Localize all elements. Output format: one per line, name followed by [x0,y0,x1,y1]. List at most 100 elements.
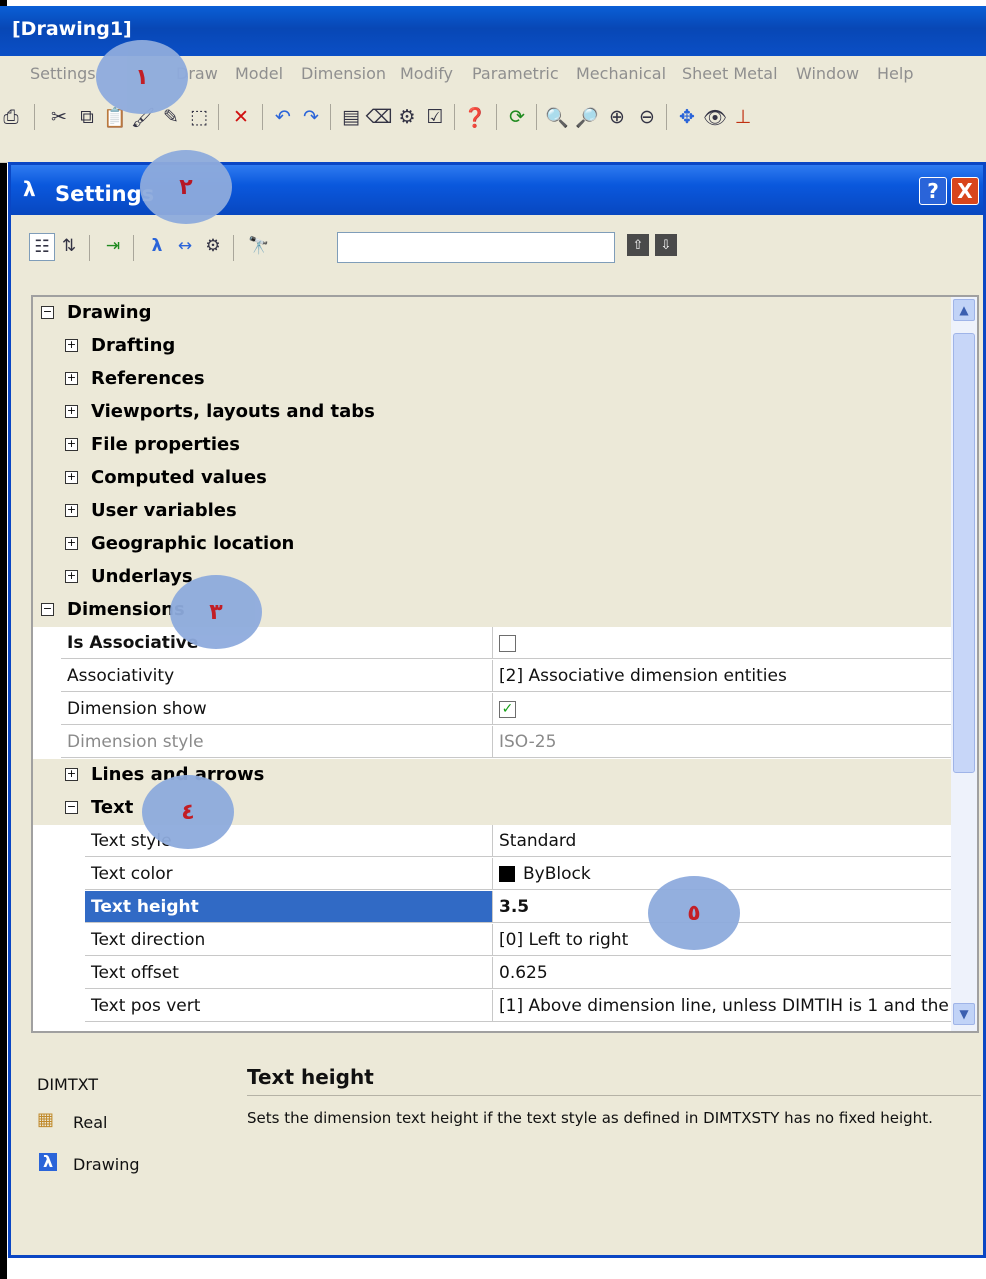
tree-node-label: Drawing [67,302,152,323]
gear-icon[interactable]: ⚙ [201,233,225,259]
property-value[interactable]: ✓ [493,693,951,725]
arrow-up-icon[interactable]: ⇧ [627,234,649,256]
expand-icon[interactable]: + [65,570,78,583]
properties-icon[interactable]: ▤ [340,106,362,128]
expand-icon[interactable]: + [65,768,78,781]
gear-icon[interactable]: ⚙ [396,106,418,128]
dimension-settings-icon[interactable]: ↔ [173,233,197,259]
settings-icon[interactable]: ☑ [424,106,446,128]
pan-icon[interactable]: ✥ [676,106,698,128]
eye-icon[interactable]: 👁 [703,106,727,129]
toolbar-separator [262,104,263,130]
property-row-text-offset[interactable]: Text offset 0.625 [85,957,951,990]
ucs-icon[interactable]: ⊥ [732,106,754,128]
expand-icon[interactable]: + [65,504,78,517]
expand-icon[interactable]: + [65,372,78,385]
tree-node-label: Text [91,797,134,818]
categorized-view-icon[interactable]: ☷ [29,233,55,261]
tree-node-computed-values[interactable]: + Computed values [33,462,951,495]
menu-mechanical[interactable]: Mechanical [576,64,666,83]
expand-icon[interactable]: + [65,471,78,484]
dimension-show-checkbox[interactable]: ✓ [499,700,516,718]
tree-node-drawing[interactable]: − Drawing [33,297,951,330]
step-marker-2: ٢ [140,150,232,224]
regen-icon[interactable]: ⟳ [506,106,528,128]
expand-icon[interactable]: + [65,405,78,418]
expand-icon[interactable]: + [65,339,78,352]
tree-node-viewports[interactable]: + Viewports, layouts and tabs [33,396,951,429]
zoom-extents-icon[interactable]: ⊕ [606,106,628,128]
menu-help[interactable]: Help [877,64,913,83]
menu-settings[interactable]: Settings [30,64,96,83]
collapse-icon[interactable]: − [65,801,78,814]
expand-icon[interactable]: + [65,537,78,550]
property-row-associativity[interactable]: Associativity [2] Associative dimension … [61,660,951,693]
menu-dimension[interactable]: Dimension [301,64,386,83]
property-value[interactable]: [2] Associative dimension entities [493,660,951,692]
tree-node-label: References [91,368,205,389]
help-icon[interactable]: ❓ [463,106,487,129]
drawing-settings-icon[interactable]: λ [145,233,169,259]
color-value: ByBlock [523,864,591,884]
scroll-thumb[interactable] [953,333,975,773]
select-icon[interactable]: ⬚ [188,106,210,128]
eraser-icon[interactable]: ⌫ [366,106,393,128]
zoom-out-icon[interactable]: 🔎 [575,106,599,129]
zoom-window-icon[interactable]: ⊖ [636,106,658,128]
search-input[interactable] [337,232,615,263]
delete-icon[interactable]: ✕ [230,106,252,128]
scroll-up-icon[interactable]: ▲ [953,299,975,321]
description-title: Text height [247,1065,374,1089]
property-row-text-direction[interactable]: Text direction [0] Left to right [85,924,951,957]
arrow-down-icon[interactable]: ⇩ [655,234,677,256]
property-name: Is Associative [61,627,493,659]
export-icon[interactable]: ⇥ [101,233,125,259]
tree-node-user-variables[interactable]: + User variables [33,495,951,528]
tree-node-file-properties[interactable]: + File properties [33,429,951,462]
toolbar-separator [233,235,234,261]
variable-type: Real [73,1113,108,1132]
menu-sheet-metal[interactable]: Sheet Metal [682,64,778,83]
property-name: Text offset [85,957,493,989]
print-icon[interactable]: ⎙ [0,106,22,128]
property-name: Dimension show [61,693,493,725]
menu-parametric[interactable]: Parametric [472,64,559,83]
property-value: ISO-25 [493,726,951,758]
tree-node-geographic-location[interactable]: + Geographic location [33,528,951,561]
variable-scope: Drawing [73,1155,140,1174]
menu-model[interactable]: Model [235,64,283,83]
tree-node-drafting[interactable]: + Drafting [33,330,951,363]
property-value[interactable]: [1] Above dimension line, unless DIMTIH … [493,990,951,1022]
collapse-icon[interactable]: − [41,306,54,319]
undo-icon[interactable]: ↶ [272,106,294,128]
redo-icon[interactable]: ↷ [300,106,322,128]
help-button[interactable]: ? [919,177,947,205]
vertical-scrollbar[interactable]: ▲ ▼ [951,297,977,1031]
close-button[interactable]: X [951,177,979,205]
drawing-scope-icon: λ [39,1153,57,1171]
copy-icon[interactable]: ⧉ [76,106,98,128]
find-icon[interactable]: 🔭 [247,233,271,259]
settings-dialog: λ Settings ? X ☷ ⇅ ⇥ λ ↔ ⚙ 🔭 ⇧ ⇩ − Drawi… [8,162,986,1258]
property-value[interactable]: Standard [493,825,951,857]
menu-modify[interactable]: Modify [400,64,453,83]
property-value[interactable]: 0.625 [493,957,951,989]
cut-icon[interactable]: ✂ [48,106,70,128]
property-row-text-color[interactable]: Text color ByBlock [85,858,951,891]
step-marker-3: ٣ [170,575,262,649]
tree-node-references[interactable]: + References [33,363,951,396]
expand-icon[interactable]: + [65,438,78,451]
scroll-down-icon[interactable]: ▼ [953,1003,975,1025]
settings-tree: − Drawing + Drafting + References + View… [31,295,979,1033]
property-value[interactable] [493,627,951,659]
property-name: Associativity [61,660,493,692]
menu-window[interactable]: Window [796,64,859,83]
property-row-text-height[interactable]: Text height 3.5 [85,891,951,924]
alphabetical-view-icon[interactable]: ⇅ [57,233,81,259]
property-row-text-pos-vert[interactable]: Text pos vert [1] Above dimension line, … [85,990,951,1023]
associative-checkbox[interactable] [499,634,516,652]
tree-node-underlays[interactable]: + Underlays [33,561,951,594]
property-row-dimension-show[interactable]: Dimension show ✓ [61,693,951,726]
collapse-icon[interactable]: − [41,603,54,616]
zoom-in-icon[interactable]: 🔍 [545,106,569,129]
